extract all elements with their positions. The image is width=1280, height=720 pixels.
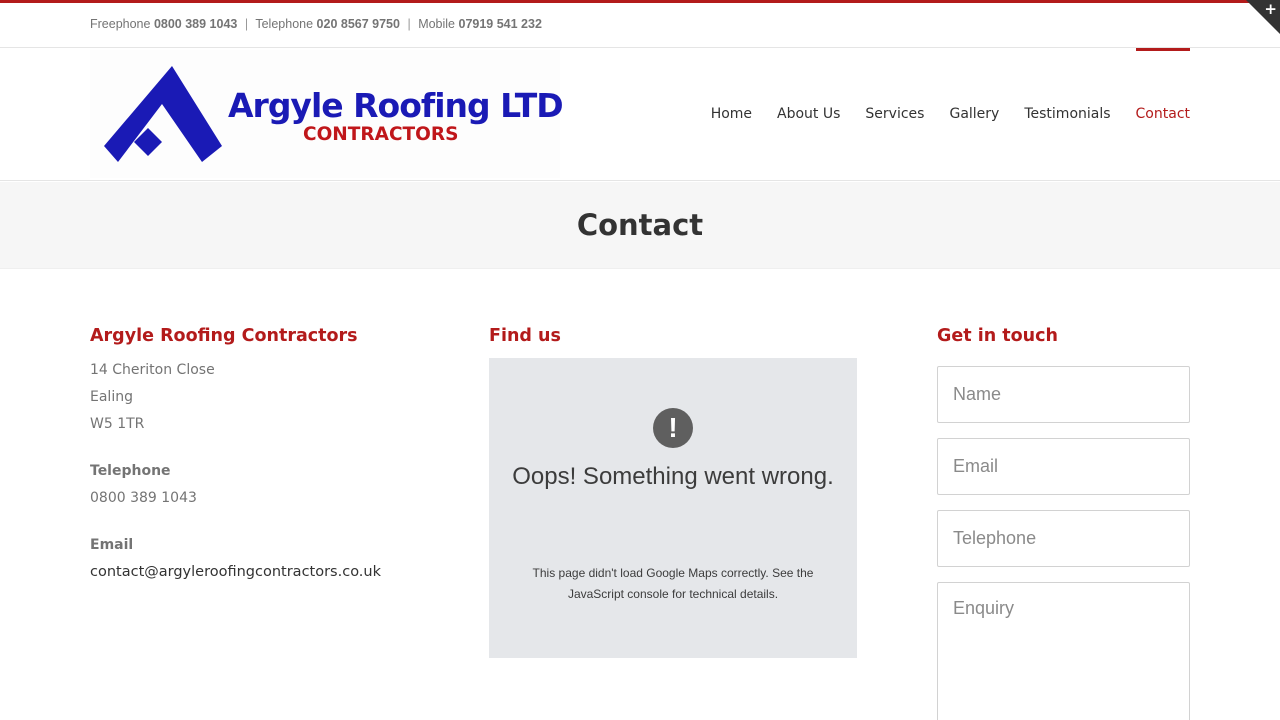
logo-subtitle: CONTRACTORS xyxy=(303,124,459,145)
email-link[interactable]: contact@argyleroofingcontractors.co.uk xyxy=(90,564,381,580)
nav-item-gallery[interactable]: Gallery xyxy=(949,48,999,181)
address-line-postcode: W5 1TR xyxy=(90,416,145,432)
address-line-area: Ealing xyxy=(90,389,133,405)
mobile-label: Mobile xyxy=(418,17,456,31)
telephone-field[interactable] xyxy=(937,510,1190,567)
mobile-number: 07919 541 232 xyxy=(458,17,542,31)
freephone-label: Freephone xyxy=(90,17,151,31)
separator: | xyxy=(407,17,411,31)
email-field[interactable] xyxy=(937,438,1190,495)
telephone-number: 020 8567 9750 xyxy=(316,17,400,31)
nav-item-home[interactable]: Home xyxy=(711,48,752,181)
get-in-touch-heading: Get in touch xyxy=(937,326,1058,346)
roof-logo-icon xyxy=(104,66,222,162)
map-error-message: This page didn't load Google Maps correc… xyxy=(532,566,814,601)
email-heading: Email xyxy=(90,537,134,553)
sliding-bar-toggle[interactable]: + xyxy=(1246,0,1280,34)
page-title-bar: Contact xyxy=(0,182,1280,269)
google-map-embed[interactable]: ! Oops! Something went wrong. This page … xyxy=(489,358,857,658)
telephone-heading: Telephone xyxy=(90,463,171,479)
site-header: Argyle Roofing LTD CONTRACTORS Home Abou… xyxy=(0,48,1280,181)
map-error-title: Oops! Something went wrong. xyxy=(512,463,834,490)
separator: | xyxy=(244,17,249,31)
page-title: Contact xyxy=(576,208,704,242)
find-us-heading: Find us xyxy=(489,326,561,346)
address-heading: Argyle Roofing Contractors xyxy=(90,326,358,346)
telephone-value: 0800 389 1043 xyxy=(90,490,197,506)
topbar-contact-numbers: Freephone 0800 389 1043 | Telephone 020 … xyxy=(90,17,542,31)
enquiry-field[interactable] xyxy=(937,582,1190,720)
freephone-number: 0800 389 1043 xyxy=(153,17,238,31)
error-icon: ! xyxy=(653,408,693,448)
nav-item-testimonials[interactable]: Testimonials xyxy=(1024,48,1110,181)
nav-item-about-us[interactable]: About Us xyxy=(777,48,840,181)
logo-title: Argyle Roofing LTD xyxy=(228,86,564,125)
site-logo[interactable]: Argyle Roofing LTD CONTRACTORS xyxy=(90,50,564,178)
telephone-label: Telephone xyxy=(255,17,314,31)
nav-item-contact[interactable]: Contact xyxy=(1135,48,1191,181)
name-field[interactable] xyxy=(937,366,1190,423)
address-line-street: 14 Cheriton Close xyxy=(90,362,215,378)
contact-topbar: Freephone 0800 389 1043 | Telephone 020 … xyxy=(0,3,1280,48)
nav-item-services[interactable]: Services xyxy=(865,48,924,181)
plus-icon: + xyxy=(1264,0,1277,18)
main-nav: Home About Us Services Gallery Testimoni… xyxy=(686,48,1191,181)
